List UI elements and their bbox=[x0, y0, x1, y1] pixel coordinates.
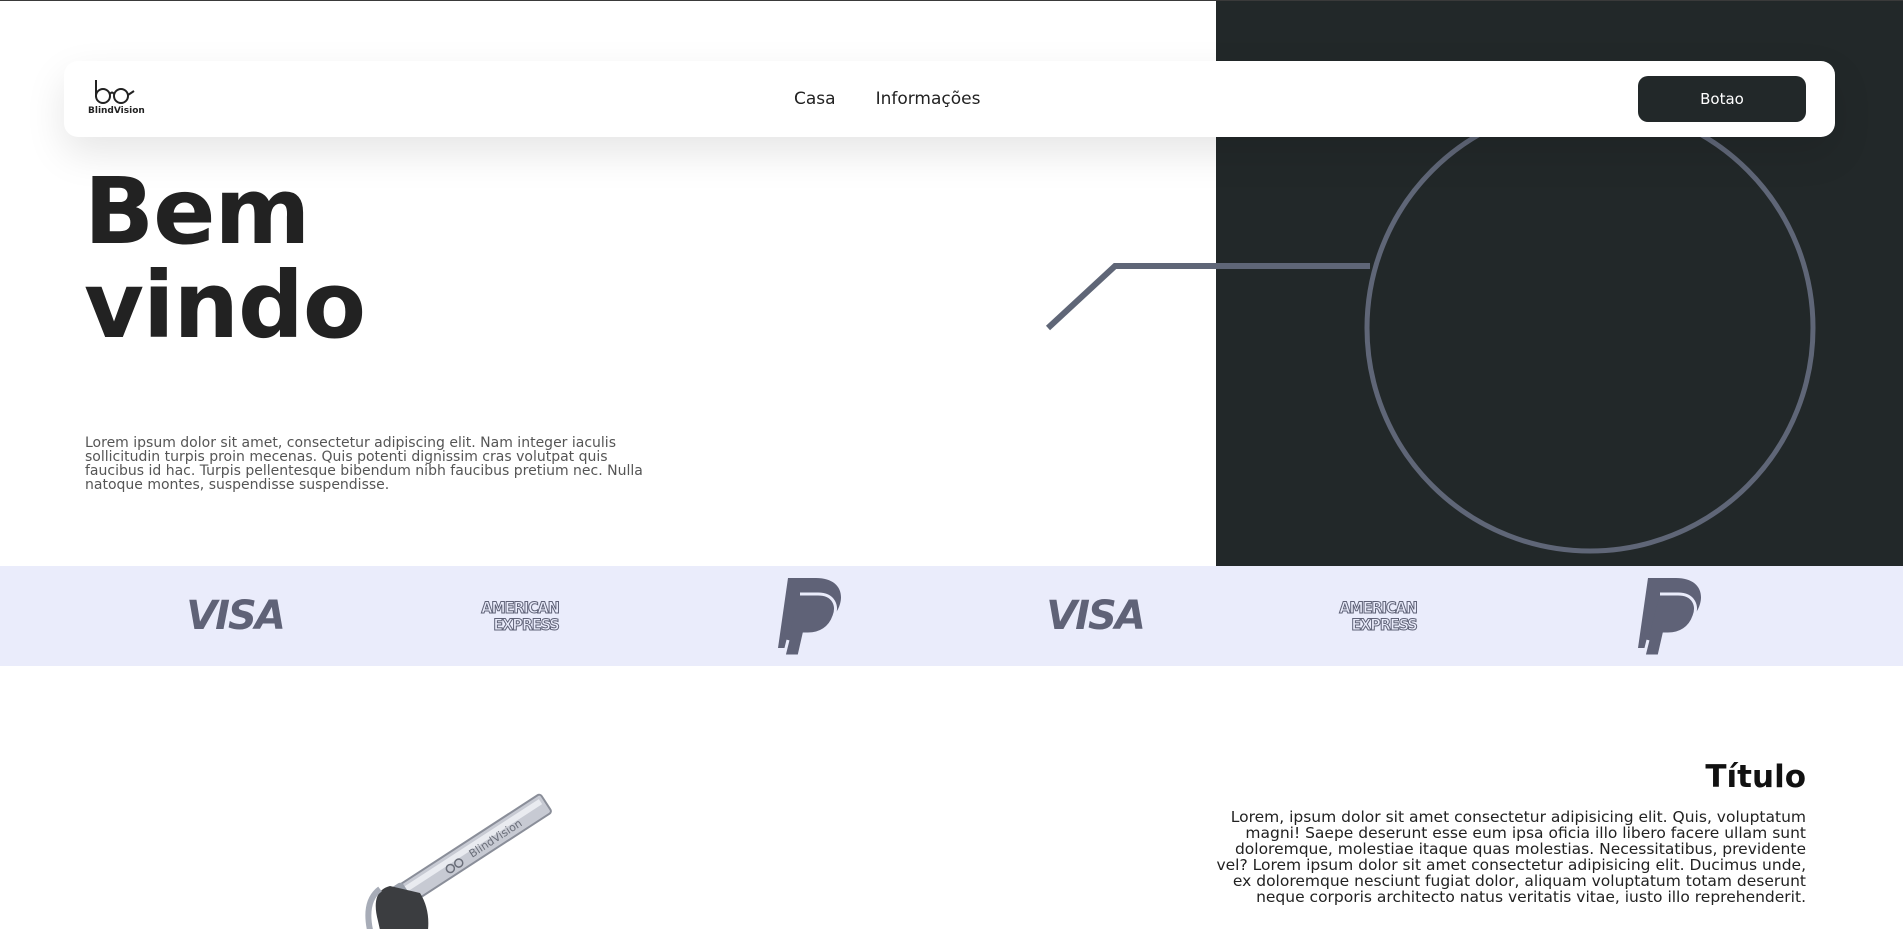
payment-methods-strip: VISA AMERICAN EXPRESS VISA AMERICAN EXPR… bbox=[0, 566, 1903, 666]
nav-links: Casa Informações bbox=[794, 61, 980, 137]
amex-logo: AMERICAN EXPRESS bbox=[1323, 566, 1433, 666]
visa-logo-text: VISA bbox=[1046, 593, 1146, 639]
hero-connector-line bbox=[1045, 263, 1370, 331]
navbar: BlindVision Casa Informações Botao bbox=[64, 61, 1835, 137]
hero-title-line2: vindo bbox=[84, 252, 366, 359]
nav-link-casa[interactable]: Casa bbox=[794, 89, 836, 109]
visa-logo-text: VISA bbox=[186, 593, 286, 639]
visa-logo: VISA bbox=[180, 566, 290, 666]
hero-title: Bem vindo bbox=[84, 165, 584, 353]
paypal-icon bbox=[770, 566, 850, 666]
amex-line2: EXPRESS bbox=[493, 615, 560, 634]
amex-line2: EXPRESS bbox=[1351, 615, 1418, 634]
nav-link-informacoes[interactable]: Informações bbox=[876, 89, 981, 109]
brand-logo[interactable]: BlindVision bbox=[88, 77, 148, 121]
cta-button[interactable]: Botao bbox=[1638, 76, 1806, 122]
hero-title-line1: Bem bbox=[84, 158, 310, 265]
amex-logo-text: AMERICAN EXPRESS bbox=[1339, 598, 1419, 634]
glasses-logo-icon bbox=[95, 80, 135, 104]
amex-logo: AMERICAN EXPRESS bbox=[465, 566, 575, 666]
brand-name: BlindVision bbox=[88, 106, 145, 116]
product-glasses-image: BlindVision bbox=[365, 793, 552, 929]
hero-description: Lorem ipsum dolor sit amet, consectetur … bbox=[85, 435, 643, 493]
amex-logo-text: AMERICAN EXPRESS bbox=[481, 598, 561, 634]
amex-line1: AMERICAN bbox=[1339, 598, 1418, 617]
amex-line1: AMERICAN bbox=[481, 598, 560, 617]
paypal-icon bbox=[1630, 566, 1710, 666]
hero-circle-outline bbox=[1364, 102, 1816, 554]
page: BlindVision Casa Informações Botao Bem v… bbox=[0, 0, 1903, 929]
paypal-icon-shape bbox=[1638, 578, 1701, 658]
feature-description: Lorem, ipsum dolor sit amet consectetur … bbox=[1216, 808, 1806, 906]
visa-logo: VISA bbox=[1040, 566, 1150, 666]
feature-title: Título bbox=[1705, 759, 1806, 795]
paypal-icon-shape bbox=[778, 578, 841, 658]
